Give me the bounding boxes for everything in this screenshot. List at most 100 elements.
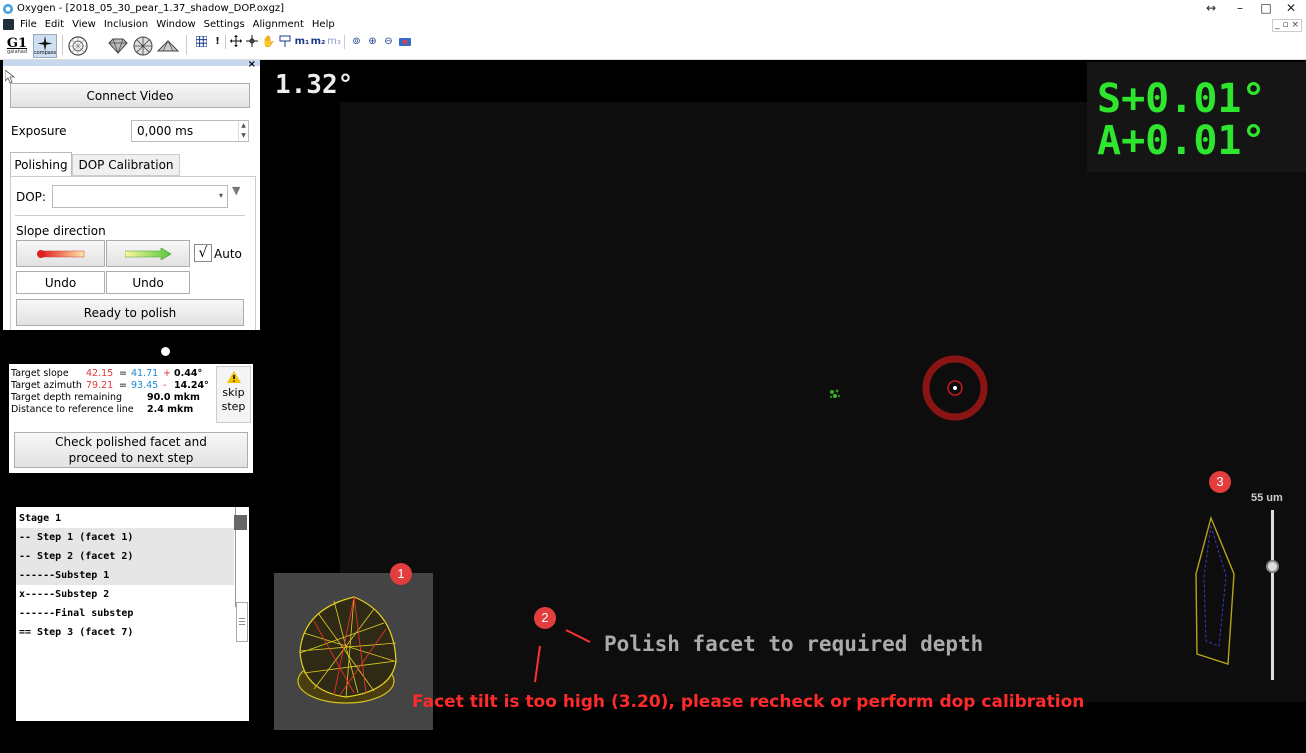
eye-icon: ⊚ [352,35,361,47]
scrollbar-track[interactable] [236,602,248,642]
marker-m1-button[interactable]: m₁ [295,35,310,47]
exposure-spin-arrows[interactable]: ▲ ▼ [238,121,248,141]
depth-scale-handle[interactable] [1266,560,1279,573]
tilt-warning-text: Facet tilt is too high (3.20), please re… [412,692,1085,712]
diamond-side-icon [108,38,128,54]
pear-stone-model-icon [297,596,397,704]
polish-hint-text: Polish facet to required depth [604,632,984,656]
target-row-label: Target depth remaining [11,392,123,403]
diamond-side-view-button[interactable] [106,34,130,58]
menu-edit[interactable]: Edit [45,18,64,32]
annotation-pointer-lines [534,629,591,683]
exposure-spinbox[interactable]: 0,000 ms ▲ ▼ [131,120,249,142]
list-item[interactable]: Stage 1 [16,509,234,528]
list-item[interactable]: x-----Substep 2 [16,585,234,604]
undo-slope-button[interactable]: Undo [16,271,105,294]
round-brilliant-icon [68,36,88,56]
ready-to-polish-button[interactable]: Ready to polish [16,299,244,326]
menu-help[interactable]: Help [312,18,335,32]
dop-menu-triangle-icon[interactable]: ▼ [232,184,240,197]
exposure-label: Exposure [11,124,67,138]
annotation-badge-3: 3 [1209,471,1231,493]
laser-spot-icon [829,389,841,399]
move-button[interactable] [229,35,242,47]
grid-toggle-button[interactable] [194,35,208,47]
title-bar: Oxygen - [2018_05_30_pear_1.37_shadow_DO… [0,0,1306,18]
check-line-2: proceed to next step [68,451,194,465]
target-row-label: Target azimuth [11,380,82,391]
undo-arrow-button[interactable]: Undo [106,271,190,294]
menu-window[interactable]: Window [156,18,195,32]
dop-select[interactable]: ▾ [52,185,228,208]
compass-button[interactable]: compass [33,34,57,58]
status-dot [161,347,170,356]
target-row-b: 93.45 [131,380,159,391]
round-brilliant-view-button[interactable] [66,34,90,58]
zoom-out-button[interactable]: ⊖ [382,35,395,47]
scrollbar-thumb[interactable] [234,515,247,530]
connect-video-button[interactable]: Connect Video [10,83,250,108]
menu-inclusion[interactable]: Inclusion [104,18,148,32]
marker-m3-button[interactable]: m₃ [327,35,341,47]
facet-profile-icon [1195,516,1235,665]
tab-dop-calibration[interactable]: DOP Calibration [72,154,180,176]
check-line-1: Check polished facet and [55,435,207,449]
target-row: Target slope 42.15 = 41.71 +0.44° [11,368,202,380]
target-row-value: 90.0 mkm [147,392,200,403]
restore-size-button[interactable]: ↔ [1196,0,1226,18]
pavilion-view-button[interactable] [131,34,155,58]
angle-readout: 1.32° [275,70,354,100]
slope-direction-arrow-button[interactable] [106,240,190,267]
marker-m2-button[interactable]: m₂ [311,35,326,47]
camera-button[interactable] [398,35,411,47]
skip-label: skip [222,386,245,399]
skip-step-button[interactable]: skip step [216,366,251,423]
crosshair-button[interactable] [245,35,258,47]
move-icon [229,35,242,47]
stone-3d-preview[interactable] [274,573,433,730]
pavilion-icon [133,36,153,56]
scale-label: 55 um [1251,492,1283,504]
list-item[interactable]: == Step 3 (facet 7) [16,623,234,642]
target-row-b: 41.71 [131,368,159,379]
menu-view[interactable]: View [72,18,96,32]
target-row-c: 14.24° [174,380,209,391]
azimuth-offset-readout: A+0.01° [1097,118,1266,164]
crown-view-button[interactable] [156,34,180,58]
list-item[interactable]: ------Substep 1 [16,566,234,585]
tab-polishing[interactable]: Polishing [10,152,72,176]
menu-file[interactable]: File [20,18,37,32]
pan-hand-button[interactable]: ✋ [262,35,276,48]
camera-frame [340,102,1306,702]
crown-icon [157,40,179,52]
list-item[interactable]: -- Step 2 (facet 2) [16,547,234,566]
target-row: Distance to reference line 2.4 mkm [11,404,193,416]
check-polished-facet-button[interactable]: Check polished facet and proceed to next… [14,432,248,468]
target-row-eq: = [119,368,127,379]
slope-offset-readout: S+0.01° [1097,76,1266,122]
auto-checkbox[interactable]: √ [194,244,212,262]
mdi-window-controls[interactable]: _ ▫ × [1272,19,1302,32]
pin-button[interactable] [278,35,291,47]
zoom-in-icon: ⊕ [368,35,377,47]
panel-close-icon[interactable]: × [248,59,256,70]
red-gradient-slider-icon [36,249,84,258]
dop-label: DOP: [16,190,46,204]
exclamation-button[interactable]: ! [212,35,223,47]
exposure-value: 0,000 ms [137,124,194,138]
galahad-button[interactable]: G1 galahad [4,34,30,58]
slope-direction-gradient-button[interactable] [16,240,105,267]
steps-list-panel: Stage 1 -- Step 1 (facet 1) -- Step 2 (fac… [16,507,249,721]
menu-alignment[interactable]: Alignment [253,18,304,32]
loupe-button[interactable]: ⊚ [350,35,363,47]
target-row-eq: = [119,380,127,391]
mdi-window-icon[interactable] [3,19,14,30]
menu-settings[interactable]: Settings [204,18,245,32]
target-row-a: 79.21 [86,380,114,391]
green-arrow-icon [125,247,171,260]
zoom-in-button[interactable]: ⊕ [366,35,379,47]
list-item[interactable]: -- Step 1 (facet 1) [16,528,234,547]
close-button[interactable]: ✕ [1276,0,1306,18]
list-item[interactable]: ------Final substep [16,604,234,623]
target-reticle-icon [922,355,988,421]
